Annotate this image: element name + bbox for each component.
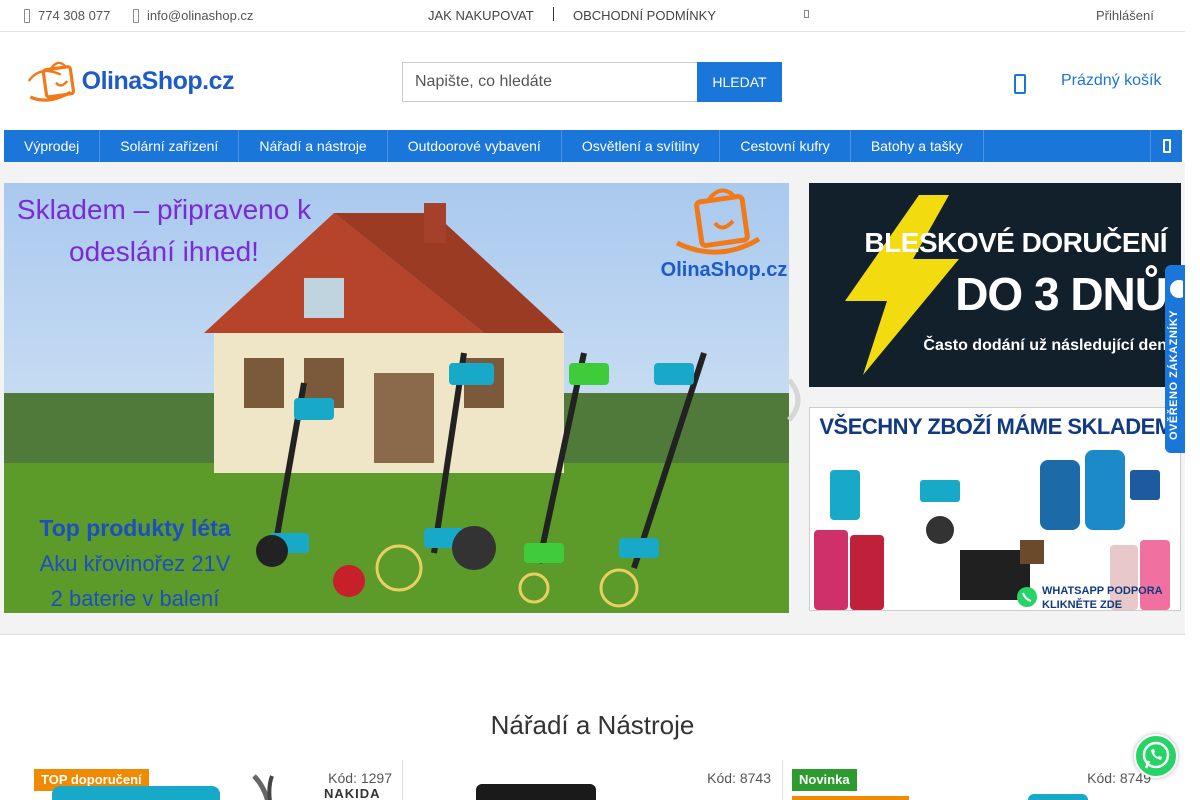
login-link[interactable]: Přihlášení: [1096, 8, 1154, 23]
phone-number[interactable]: 774 308 077: [38, 8, 110, 23]
section-title: Nářadí a Nástroje: [490, 710, 695, 740]
hero-logo: OlinaShop.cz: [659, 183, 789, 285]
email-icon: [133, 8, 139, 23]
in-stock-banner-title: VŠECHNY ZBOŽÍ MÁME SKLADEM: [819, 414, 1173, 439]
phone-icon: [24, 8, 30, 23]
delivery-banner-line-2: DO 3 DNŮ: [955, 268, 1168, 320]
cart-icon[interactable]: [1014, 74, 1026, 94]
nav-item-luggage[interactable]: Cestovní kufry: [720, 130, 851, 162]
top-bar: 774 308 077 info@olinashop.cz JAK NAKUPO…: [0, 0, 1185, 32]
whatsapp-icon: [1142, 741, 1170, 769]
product-code: Kód: 1297: [328, 770, 392, 786]
hero-promo-text: Top produkty léta Aku křovinořez 21V 2 b…: [4, 511, 266, 613]
nav-item-solar[interactable]: Solární zařízení: [100, 130, 240, 162]
nav-item-tools[interactable]: Nářadí a nástroje: [239, 130, 388, 162]
whatsapp-support-text: WHATSAPP PODPORA KLIKNĚTE ZDE: [1042, 584, 1163, 611]
topbar-divider: [553, 7, 554, 21]
whatsapp-chat-button[interactable]: [1134, 734, 1178, 778]
phone-contact[interactable]: 774 308 077: [24, 8, 110, 23]
shopping-bag-logo-icon: [27, 61, 76, 102]
product-divider: [782, 760, 783, 800]
whatsapp-support-line-2: KLIKNĚTE ZDE: [1042, 599, 1123, 611]
product-divider: [402, 760, 403, 800]
link-terms-label[interactable]: OBCHODNÍ PODMÍNKY: [573, 8, 716, 23]
link-how-to-buy[interactable]: JAK NAKUPOVAT: [428, 8, 534, 23]
delivery-banner[interactable]: BLESKOVÉ DORUČENÍ DO 3 DNŮ Často dodání …: [809, 183, 1181, 387]
link-terms[interactable]: OBCHODNÍ PODMÍNKY: [573, 8, 716, 23]
carousel-next-arrow-icon[interactable]: [787, 378, 805, 422]
badge-new: Novinka: [792, 769, 857, 791]
verified-reviews-label: OVĚŘENO ZÁKAZNÍKY: [1168, 309, 1180, 440]
hero-promo-line-3: 2 baterie v balení: [50, 586, 220, 611]
nav-item-outdoor[interactable]: Outdoorové vybavení: [388, 130, 562, 162]
whatsapp-icon: [1017, 587, 1037, 607]
whatsapp-support-line-1: WHATSAPP PODPORA: [1042, 585, 1163, 597]
nav-item-bags[interactable]: Batohy a tašky: [851, 130, 984, 162]
hero-promo-line-2: Aku křovinořez 21V: [39, 551, 231, 576]
search-icon: [1162, 139, 1171, 153]
search-bar: HLEDAT: [402, 62, 782, 102]
delivery-banner-line-1: BLESKOVÉ DORUČENÍ: [864, 227, 1167, 258]
hero-headline-line-2: odeslání ihned!: [69, 236, 259, 267]
verified-badge-icon: [1170, 280, 1183, 298]
cart-link[interactable]: Prázdný košík: [1061, 72, 1161, 90]
main-navigation: Výprodej Solární zařízení Nářadí a nástr…: [4, 130, 1182, 162]
search-button[interactable]: HLEDAT: [697, 62, 782, 102]
product-card[interactable]: Kód: 8743: [412, 760, 774, 800]
product-code: Kód: 8743: [707, 770, 771, 786]
nav-item-sale[interactable]: Výprodej: [4, 130, 101, 162]
email-contact[interactable]: info@olinashop.cz: [133, 8, 253, 23]
in-stock-banner[interactable]: VŠECHNY ZBOŽÍ MÁME SKLADEM WHATSAPP PODP…: [809, 407, 1181, 611]
product-image: [52, 786, 220, 800]
chevron-icon: [804, 10, 809, 18]
email-address[interactable]: info@olinashop.cz: [147, 8, 253, 23]
hero-headline: Skladem – připraveno k odeslání ihned!: [4, 189, 324, 273]
delivery-banner-line-3: Často dodání už následující den: [923, 337, 1167, 354]
hero-logo-text: OlinaShop.cz: [660, 259, 788, 281]
nav-search-button[interactable]: [1150, 130, 1182, 162]
nav-item-lighting[interactable]: Osvětlení a svítilny: [562, 130, 721, 162]
hero-carousel-slide[interactable]: Skladem – připraveno k odeslání ihned! O…: [4, 183, 789, 613]
brand-label: NAKIDA: [324, 786, 381, 800]
hero-promo-line-1: Top produkty léta: [39, 515, 231, 541]
hero-headline-line-1: Skladem – připraveno k: [16, 194, 312, 225]
link-how-to-buy-label[interactable]: JAK NAKUPOVAT: [428, 8, 534, 23]
product-image: [476, 784, 596, 800]
pruning-shears-image: [252, 774, 274, 800]
logo-text: OlinaShop.cz: [81, 66, 235, 95]
badge-secondary-strip: [792, 796, 909, 800]
login-label[interactable]: Přihlášení: [1096, 8, 1154, 23]
more-dropdown-icon[interactable]: [804, 10, 809, 18]
product-card[interactable]: TOP doporučení NAKIDA Kód: 1297: [34, 760, 394, 800]
shopping-bag-logo-icon: [675, 188, 761, 255]
product-card[interactable]: Novinka Kód: 8749: [792, 760, 1154, 800]
search-input[interactable]: [402, 62, 697, 102]
site-header: OlinaShop.cz HLEDAT Prázdný košík: [0, 32, 1185, 130]
site-logo[interactable]: OlinaShop.cz: [24, 50, 235, 112]
product-image: [1028, 794, 1088, 800]
